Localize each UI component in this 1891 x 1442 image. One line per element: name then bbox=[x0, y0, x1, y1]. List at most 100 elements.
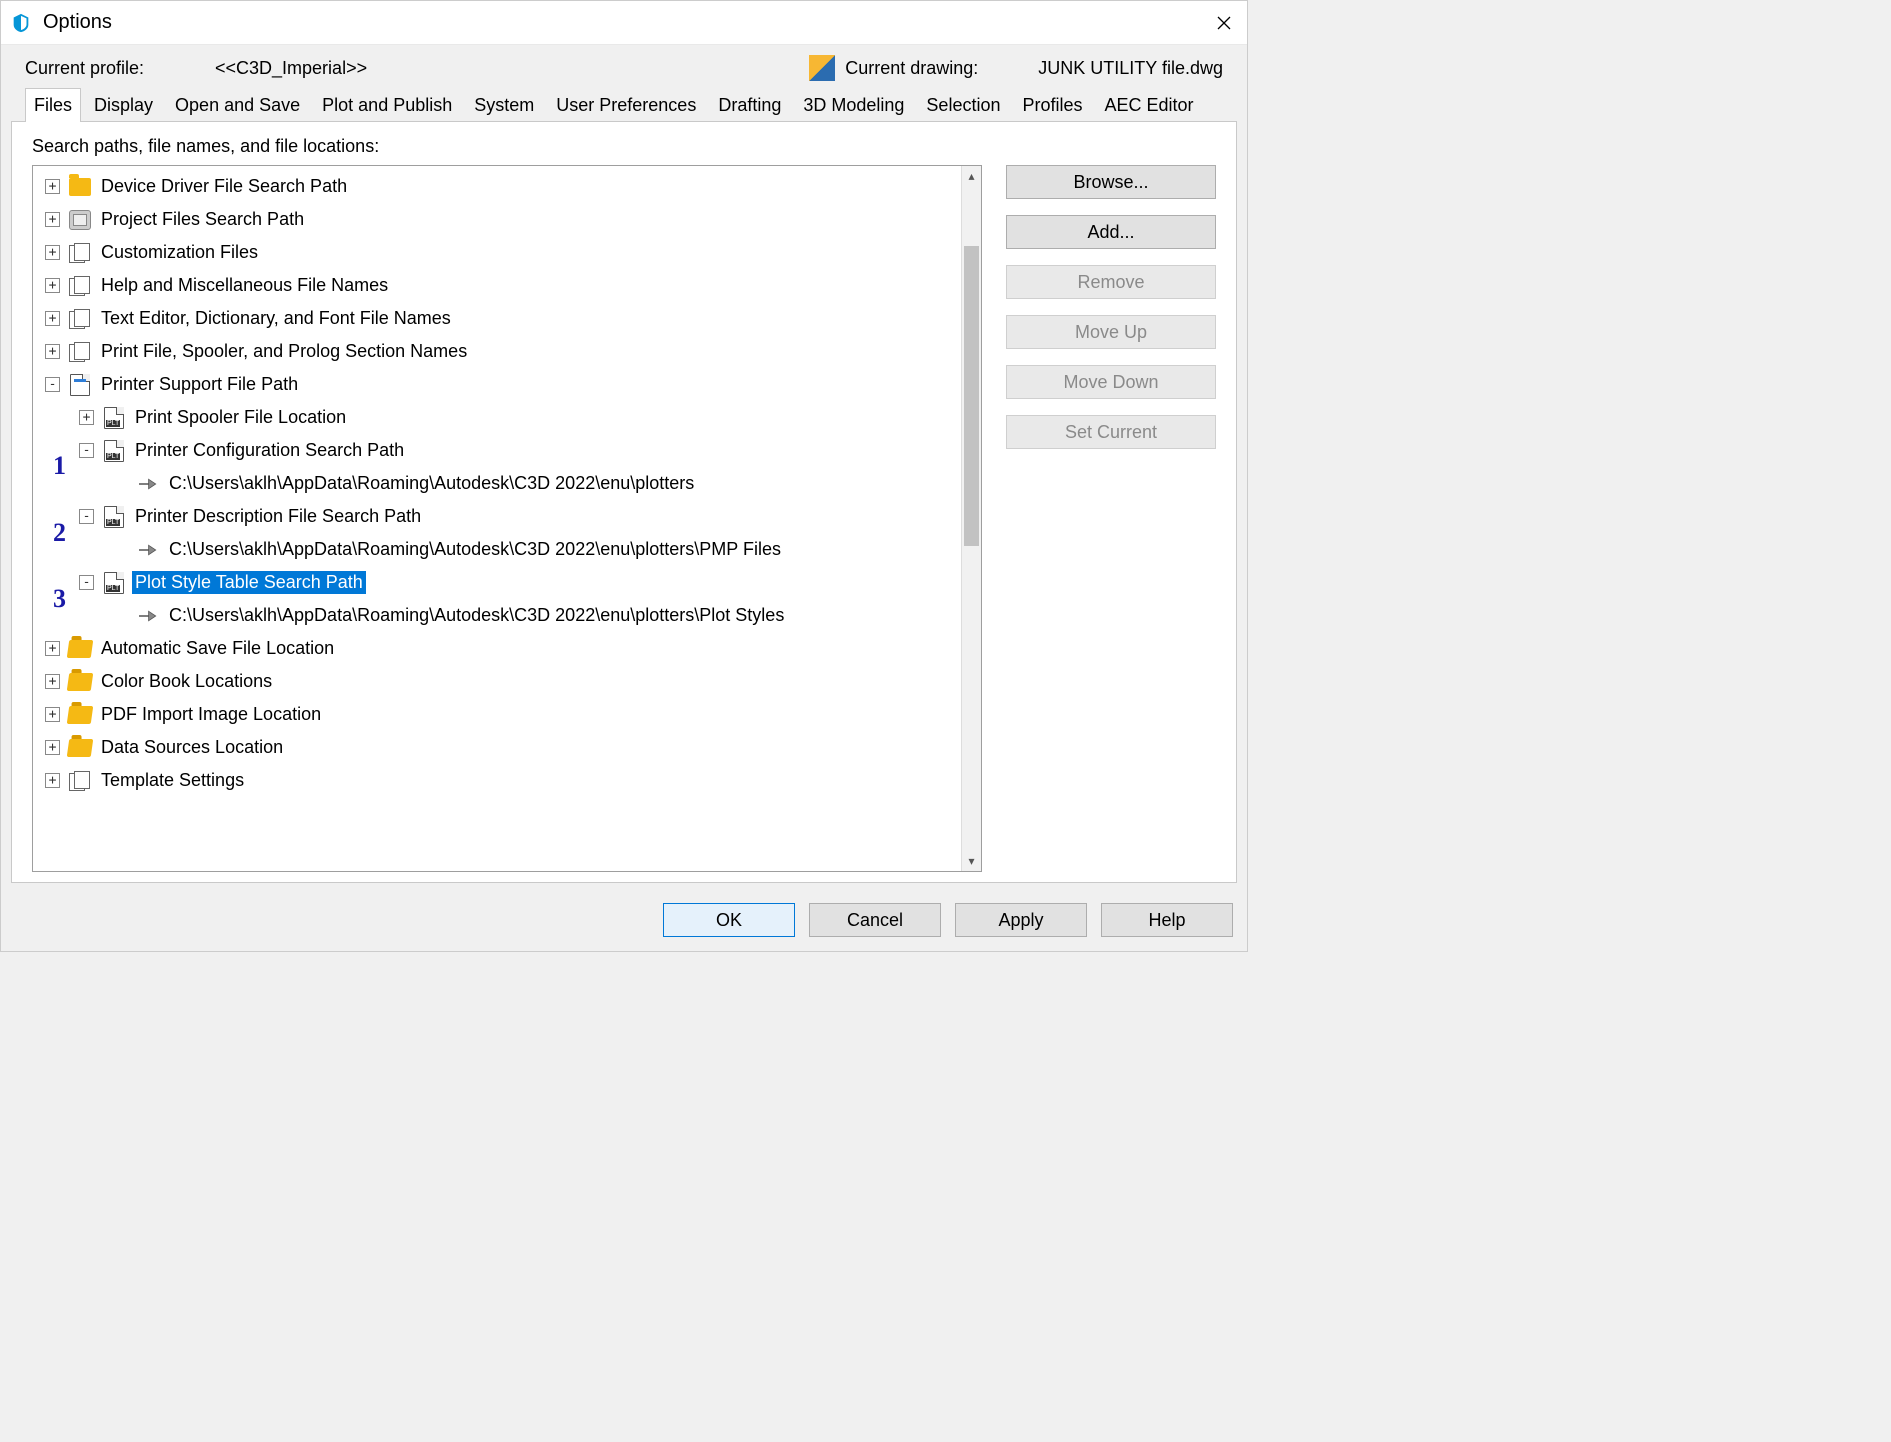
tree-item[interactable]: + Text Editor, Dictionary, and Font File … bbox=[37, 302, 961, 335]
tree-item[interactable]: + Automatic Save File Location bbox=[37, 632, 961, 665]
expander-icon[interactable]: + bbox=[45, 674, 60, 689]
tree-item-label[interactable]: C:\Users\aklh\AppData\Roaming\Autodesk\C… bbox=[166, 538, 784, 561]
scroll-track[interactable] bbox=[962, 186, 981, 851]
scroll-down-arrow[interactable]: ▾ bbox=[962, 851, 981, 871]
ok-button[interactable]: OK bbox=[663, 903, 795, 937]
tree-item[interactable]: + Color Book Locations bbox=[37, 665, 961, 698]
tree-item[interactable]: + Device Driver File Search Path bbox=[37, 170, 961, 203]
expander-icon[interactable]: + bbox=[45, 278, 60, 293]
remove-button: Remove bbox=[1006, 265, 1216, 299]
expander-icon[interactable]: + bbox=[45, 707, 60, 722]
tree-item[interactable]: + Project Files Search Path bbox=[37, 203, 961, 236]
expander-icon[interactable]: + bbox=[45, 245, 60, 260]
tab-system[interactable]: System bbox=[465, 88, 543, 122]
cancel-button[interactable]: Cancel bbox=[809, 903, 941, 937]
tree-item[interactable]: - Printer Description File Search Path bbox=[37, 500, 961, 533]
stack-icon bbox=[68, 307, 92, 331]
move-down-button: Move Down bbox=[1006, 365, 1216, 399]
expander-icon[interactable]: - bbox=[79, 509, 94, 524]
expander-icon[interactable]: + bbox=[45, 641, 60, 656]
apply-button[interactable]: Apply bbox=[955, 903, 1087, 937]
db-icon bbox=[68, 208, 92, 232]
tree-item-label[interactable]: Help and Miscellaneous File Names bbox=[98, 274, 391, 297]
move-up-button: Move Up bbox=[1006, 315, 1216, 349]
expander-icon[interactable]: + bbox=[45, 773, 60, 788]
add-button[interactable]: Add... bbox=[1006, 215, 1216, 249]
expander-icon[interactable]: + bbox=[45, 179, 60, 194]
stack-icon bbox=[68, 769, 92, 793]
tree-item[interactable]: + Help and Miscellaneous File Names bbox=[37, 269, 961, 302]
tree-item[interactable]: - Plot Style Table Search Path bbox=[37, 566, 961, 599]
stack-icon bbox=[68, 241, 92, 265]
arrow-icon bbox=[136, 538, 160, 562]
browse-button[interactable]: Browse... bbox=[1006, 165, 1216, 199]
tab-files[interactable]: Files bbox=[25, 88, 81, 122]
tree-view[interactable]: + Device Driver File Search Path + Project … bbox=[32, 165, 982, 872]
expander-icon[interactable]: + bbox=[45, 740, 60, 755]
tab-drafting[interactable]: Drafting bbox=[709, 88, 790, 122]
tree-item[interactable]: + Print File, Spooler, and Prolog Section… bbox=[37, 335, 961, 368]
file-plt-icon bbox=[102, 571, 126, 595]
drawing-label: Current drawing: bbox=[845, 58, 978, 79]
expander-icon[interactable]: + bbox=[45, 212, 60, 227]
file-blue-icon bbox=[68, 373, 92, 397]
titlebar: Options bbox=[1, 1, 1247, 45]
tab-display[interactable]: Display bbox=[85, 88, 162, 122]
file-plt-icon bbox=[102, 505, 126, 529]
dialog-buttons: OK Cancel Apply Help bbox=[1, 893, 1247, 951]
tab-user-prefs[interactable]: User Preferences bbox=[547, 88, 705, 122]
tab-open-save[interactable]: Open and Save bbox=[166, 88, 309, 122]
tree-item[interactable]: C:\Users\aklh\AppData\Roaming\Autodesk\C… bbox=[37, 533, 961, 566]
window-title: Options bbox=[43, 11, 112, 34]
tree-item-label[interactable]: Color Book Locations bbox=[98, 670, 275, 693]
tree-item-label[interactable]: Data Sources Location bbox=[98, 736, 286, 759]
tree-item-label[interactable]: Automatic Save File Location bbox=[98, 637, 337, 660]
tree-item-label[interactable]: Printer Configuration Search Path bbox=[132, 439, 407, 462]
tree-item-label[interactable]: PDF Import Image Location bbox=[98, 703, 324, 726]
tree-item[interactable]: - Printer Configuration Search Path bbox=[37, 434, 961, 467]
tree-item-label[interactable]: Plot Style Table Search Path bbox=[132, 571, 366, 594]
tree-item-label[interactable]: Printer Support File Path bbox=[98, 373, 301, 396]
vertical-scrollbar[interactable]: ▴ ▾ bbox=[961, 166, 981, 871]
expander-icon[interactable]: + bbox=[79, 410, 94, 425]
tree-item[interactable]: C:\Users\aklh\AppData\Roaming\Autodesk\C… bbox=[37, 599, 961, 632]
tree-item-label[interactable]: Printer Description File Search Path bbox=[132, 505, 424, 528]
expander-icon[interactable]: - bbox=[45, 377, 60, 392]
expander-icon[interactable]: - bbox=[79, 443, 94, 458]
tree-item-label[interactable]: Customization Files bbox=[98, 241, 261, 264]
tree-item[interactable]: - Printer Support File Path bbox=[37, 368, 961, 401]
tree-item[interactable]: + Template Settings bbox=[37, 764, 961, 797]
tab-profiles[interactable]: Profiles bbox=[1013, 88, 1091, 122]
tree-item-label[interactable]: Device Driver File Search Path bbox=[98, 175, 350, 198]
drawing-icon bbox=[809, 55, 835, 81]
tree-item[interactable]: + Print Spooler File Location bbox=[37, 401, 961, 434]
tree-item-label[interactable]: C:\Users\aklh\AppData\Roaming\Autodesk\C… bbox=[166, 472, 697, 495]
scroll-up-arrow[interactable]: ▴ bbox=[962, 166, 981, 186]
file-plt-icon bbox=[102, 439, 126, 463]
folder-icon bbox=[68, 175, 92, 199]
tab-3d-modeling[interactable]: 3D Modeling bbox=[794, 88, 913, 122]
tree-item-label[interactable]: Print Spooler File Location bbox=[132, 406, 349, 429]
expander-icon[interactable]: + bbox=[45, 311, 60, 326]
tree-item[interactable]: + Customization Files bbox=[37, 236, 961, 269]
tree-item-label[interactable]: Project Files Search Path bbox=[98, 208, 307, 231]
close-button[interactable] bbox=[1201, 1, 1247, 45]
tree-item-label[interactable]: Print File, Spooler, and Prolog Section … bbox=[98, 340, 470, 363]
scroll-thumb[interactable] bbox=[964, 246, 979, 546]
stack-icon bbox=[68, 340, 92, 364]
folder-open-icon bbox=[68, 736, 92, 760]
tree-item[interactable]: + Data Sources Location bbox=[37, 731, 961, 764]
tree-item[interactable]: + PDF Import Image Location bbox=[37, 698, 961, 731]
help-button[interactable]: Help bbox=[1101, 903, 1233, 937]
tab-plot-publish[interactable]: Plot and Publish bbox=[313, 88, 461, 122]
expander-icon[interactable]: + bbox=[45, 344, 60, 359]
expander-icon[interactable]: - bbox=[79, 575, 94, 590]
tab-aec-editor[interactable]: AEC Editor bbox=[1096, 88, 1203, 122]
tab-selection[interactable]: Selection bbox=[917, 88, 1009, 122]
tree-item-label[interactable]: C:\Users\aklh\AppData\Roaming\Autodesk\C… bbox=[166, 604, 787, 627]
side-button-panel: Browse... Add... Remove Move Up Move Dow… bbox=[1006, 165, 1216, 872]
set-current-button: Set Current bbox=[1006, 415, 1216, 449]
tree-item-label[interactable]: Text Editor, Dictionary, and Font File N… bbox=[98, 307, 454, 330]
tree-item[interactable]: C:\Users\aklh\AppData\Roaming\Autodesk\C… bbox=[37, 467, 961, 500]
tree-item-label[interactable]: Template Settings bbox=[98, 769, 247, 792]
